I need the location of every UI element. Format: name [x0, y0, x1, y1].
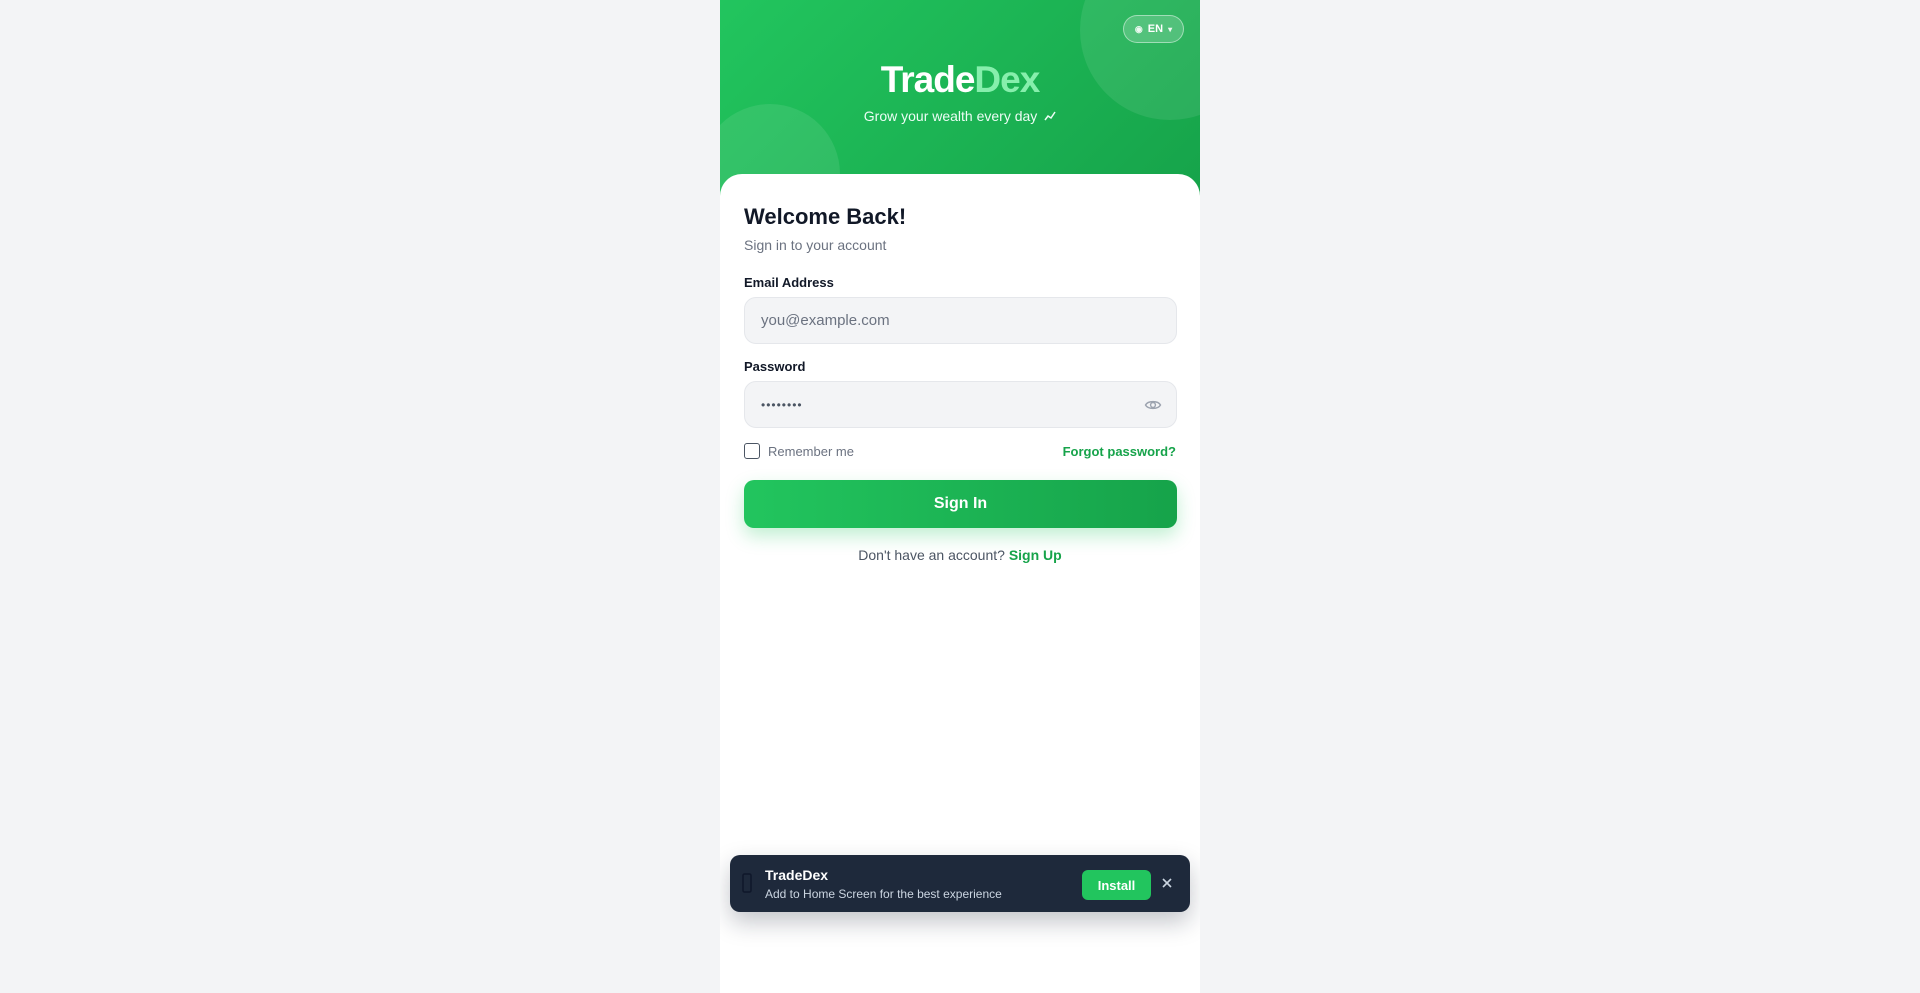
language-selector[interactable]: ◉ EN ▾	[1123, 15, 1184, 43]
remember-checkbox[interactable]	[744, 443, 760, 459]
chevron-down-icon: ▾	[1168, 24, 1173, 34]
page-title: Welcome Back!	[744, 204, 907, 229]
forgot-password-link[interactable]: Forgot password?	[1063, 444, 1176, 459]
eye-icon[interactable]	[1144, 396, 1162, 414]
sign-up-link[interactable]: Sign Up	[1009, 547, 1062, 563]
tagline-text: Grow your wealth every day	[863, 108, 1038, 124]
app-container: ◉ EN ▾ TradeDex Grow your wealth every d…	[720, 0, 1200, 993]
remember-me[interactable]: Remember me	[744, 443, 854, 459]
install-banner: TradeDex Add to Home Screen for the best…	[730, 855, 1190, 912]
brand-name-part1: Trade	[880, 59, 976, 100]
email-field-wrapper	[744, 297, 1177, 344]
hero-header: ◉ EN ▾ TradeDex Grow your wealth every d…	[720, 0, 1200, 200]
email-field[interactable]	[745, 298, 1176, 343]
chart-up-icon	[1044, 111, 1056, 121]
password-field[interactable]	[745, 382, 1176, 427]
remember-label: Remember me	[768, 443, 854, 459]
signup-prompt-row: Don't have an account? Sign Up	[720, 547, 1200, 563]
globe-flag-icon: ◉	[1134, 23, 1143, 34]
password-label: Password	[744, 359, 806, 374]
password-field-wrapper	[744, 381, 1177, 428]
email-label: Email Address	[744, 275, 834, 290]
install-button[interactable]: Install	[1082, 870, 1151, 900]
page-subtitle: Sign in to your account	[744, 237, 887, 253]
banner-app-name: TradeDex	[765, 867, 829, 883]
brand-logo: TradeDex	[720, 58, 1200, 102]
phone-icon	[742, 873, 752, 893]
signup-prompt: Don't have an account?	[858, 547, 1005, 563]
sign-in-button[interactable]: Sign In	[744, 480, 1177, 528]
banner-message: Add to Home Screen for the best experien…	[765, 887, 1002, 901]
close-icon[interactable]	[1159, 875, 1175, 891]
language-code: EN	[1147, 23, 1164, 35]
brand-name-part2: Dex	[974, 59, 1040, 100]
tagline: Grow your wealth every day	[720, 107, 1200, 125]
